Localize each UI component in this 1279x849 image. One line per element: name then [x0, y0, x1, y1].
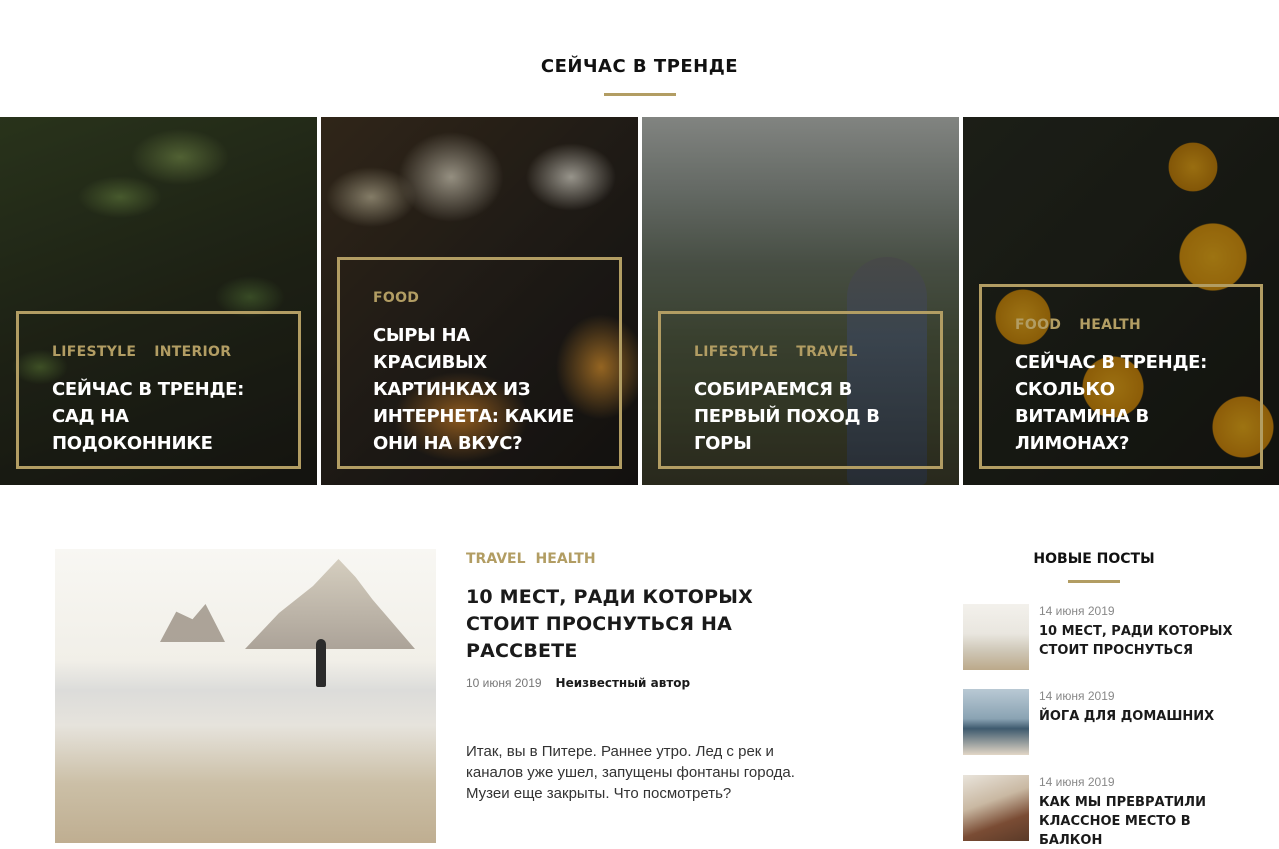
sidebar-title: НОВЫЕ ПОСТЫ [1033, 551, 1155, 567]
post-date: 14 июня 2019 [1039, 604, 1115, 618]
article-title[interactable]: 10 МЕСТ, РАДИ КОТОРЫХ СТОИТ ПРОСНУТЬСЯ Н… [466, 584, 826, 665]
trend-card-cheese[interactable]: FOOD СЫРЫ НА КРАСИВЫХ КАРТИНКАХ ИЗ ИНТЕР… [321, 117, 638, 485]
section-title: СЕЙЧАС В ТРЕНДЕ [540, 56, 739, 77]
article-image[interactable] [55, 549, 436, 843]
trending-cards: LIFESTYLE INTERIOR СЕЙЧАС В ТРЕНДЕ: САД … [0, 117, 1279, 485]
card-title[interactable]: СЫРЫ НА КРАСИВЫХ КАРТИНКАХ ИЗ ИНТЕРНЕТА:… [373, 322, 589, 457]
article-meta: 10 июня 2019 Неизвестный автор [466, 676, 690, 690]
post-thumbnail[interactable] [963, 689, 1029, 755]
post-title[interactable]: КАК МЫ ПРЕВРАТИЛИ КЛАССНОЕ МЕСТО В БАЛКО… [1039, 793, 1239, 849]
post-thumbnail[interactable] [963, 775, 1029, 841]
post-date: 14 июня 2019 [1039, 775, 1115, 789]
article-date: 10 июня 2019 [466, 676, 542, 690]
category-link[interactable]: FOOD [1015, 317, 1061, 333]
card-categories: FOOD HEALTH [1015, 317, 1230, 333]
card-categories: FOOD [373, 290, 589, 306]
card-title[interactable]: СОБИРАЕМСЯ В ПЕРВЫЙ ПОХОД В ГОРЫ [694, 376, 910, 457]
card-frame: LIFESTYLE INTERIOR СЕЙЧАС В ТРЕНДЕ: САД … [16, 311, 301, 469]
post-date: 14 июня 2019 [1039, 689, 1115, 703]
card-categories: LIFESTYLE INTERIOR [52, 344, 268, 360]
trend-card-mountains[interactable]: LIFESTYLE TRAVEL СОБИРАЕМСЯ В ПЕРВЫЙ ПОХ… [642, 117, 959, 485]
card-title[interactable]: СЕЙЧАС В ТРЕНДЕ: САД НА ПОДОКОННИКЕ [52, 376, 268, 457]
post-title[interactable]: ЙОГА ДЛЯ ДОМАШНИХ [1039, 707, 1239, 726]
category-link[interactable]: INTERIOR [154, 344, 231, 360]
card-categories: LIFESTYLE TRAVEL [694, 344, 910, 360]
category-link[interactable]: HEALTH [1079, 317, 1141, 333]
category-link[interactable]: HEALTH [536, 551, 596, 567]
article-categories: TRAVEL HEALTH [466, 551, 596, 567]
card-title[interactable]: СЕЙЧАС В ТРЕНДЕ: СКОЛЬКО ВИТАМИНА В ЛИМО… [1015, 349, 1230, 457]
category-link[interactable]: LIFESTYLE [52, 344, 136, 360]
category-link[interactable]: FOOD [373, 290, 419, 306]
post-thumbnail[interactable] [963, 604, 1029, 670]
category-link[interactable]: TRAVEL [796, 344, 857, 360]
trend-card-garden[interactable]: LIFESTYLE INTERIOR СЕЙЧАС В ТРЕНДЕ: САД … [0, 117, 317, 485]
sidebar-title-underline [1068, 580, 1120, 583]
article-author[interactable]: Неизвестный автор [556, 676, 691, 690]
card-frame: LIFESTYLE TRAVEL СОБИРАЕМСЯ В ПЕРВЫЙ ПОХ… [658, 311, 943, 469]
post-title[interactable]: 10 МЕСТ, РАДИ КОТОРЫХ СТОИТ ПРОСНУТЬСЯ [1039, 622, 1239, 660]
section-title-underline [604, 93, 676, 96]
category-link[interactable]: LIFESTYLE [694, 344, 778, 360]
category-link[interactable]: TRAVEL [466, 551, 526, 567]
trend-card-lemons[interactable]: FOOD HEALTH СЕЙЧАС В ТРЕНДЕ: СКОЛЬКО ВИТ… [963, 117, 1279, 485]
article-excerpt: Итак, вы в Питере. Раннее утро. Лед с ре… [466, 743, 795, 802]
card-frame: FOOD СЫРЫ НА КРАСИВЫХ КАРТИНКАХ ИЗ ИНТЕР… [337, 257, 622, 469]
card-frame: FOOD HEALTH СЕЙЧАС В ТРЕНДЕ: СКОЛЬКО ВИТ… [979, 284, 1263, 469]
